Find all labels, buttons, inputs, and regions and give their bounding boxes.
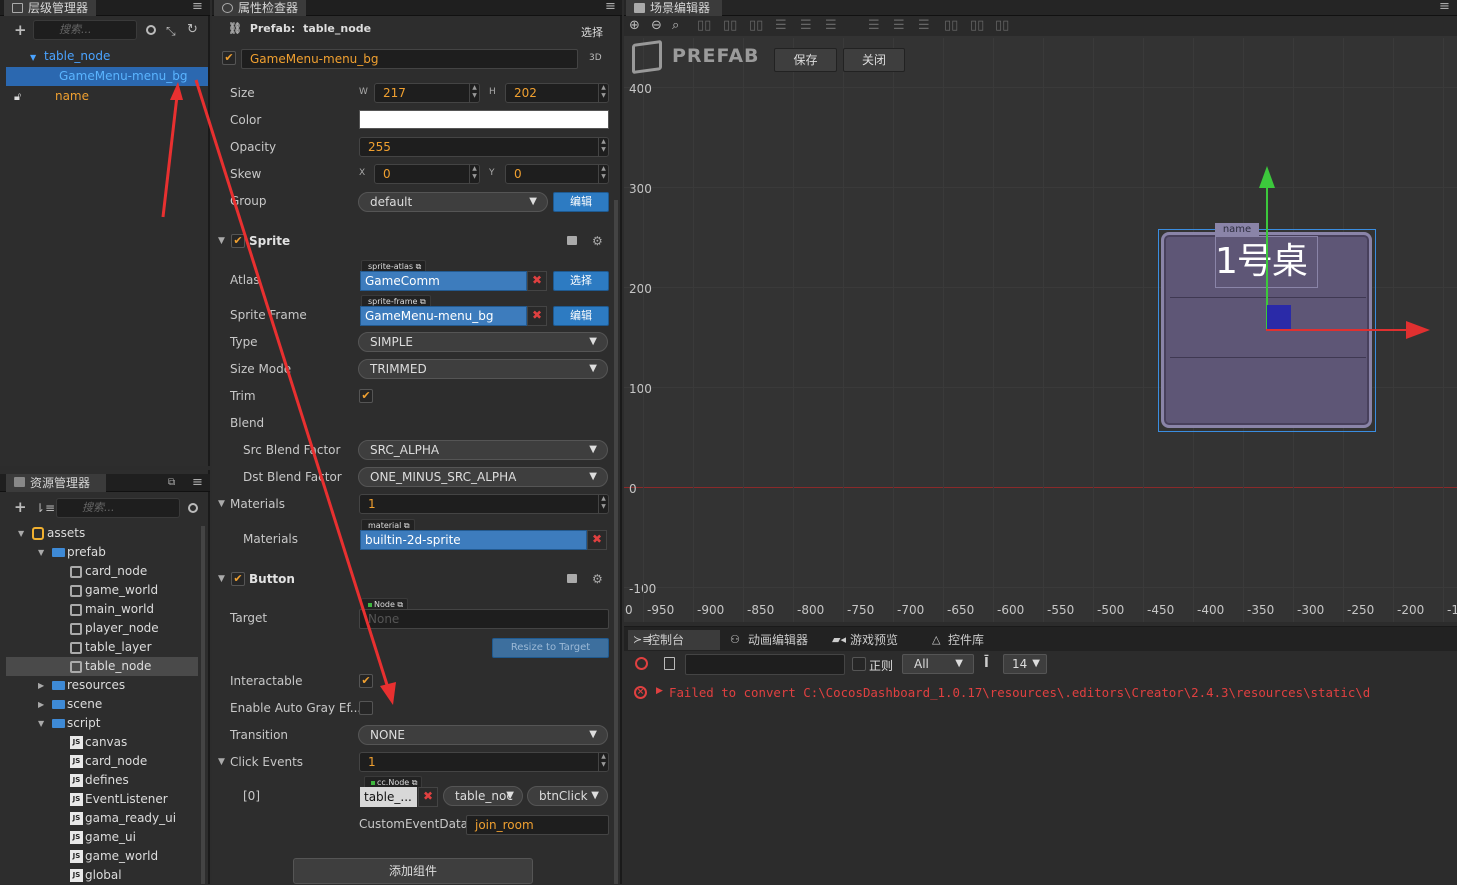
annotation-arrow-head-icon bbox=[380, 682, 396, 705]
annotation-arrow-head-icon bbox=[170, 82, 183, 100]
annotation-arrow-line bbox=[161, 95, 179, 218]
annotation-arrows bbox=[161, 79, 396, 705]
annotation-arrow-line bbox=[194, 79, 390, 689]
